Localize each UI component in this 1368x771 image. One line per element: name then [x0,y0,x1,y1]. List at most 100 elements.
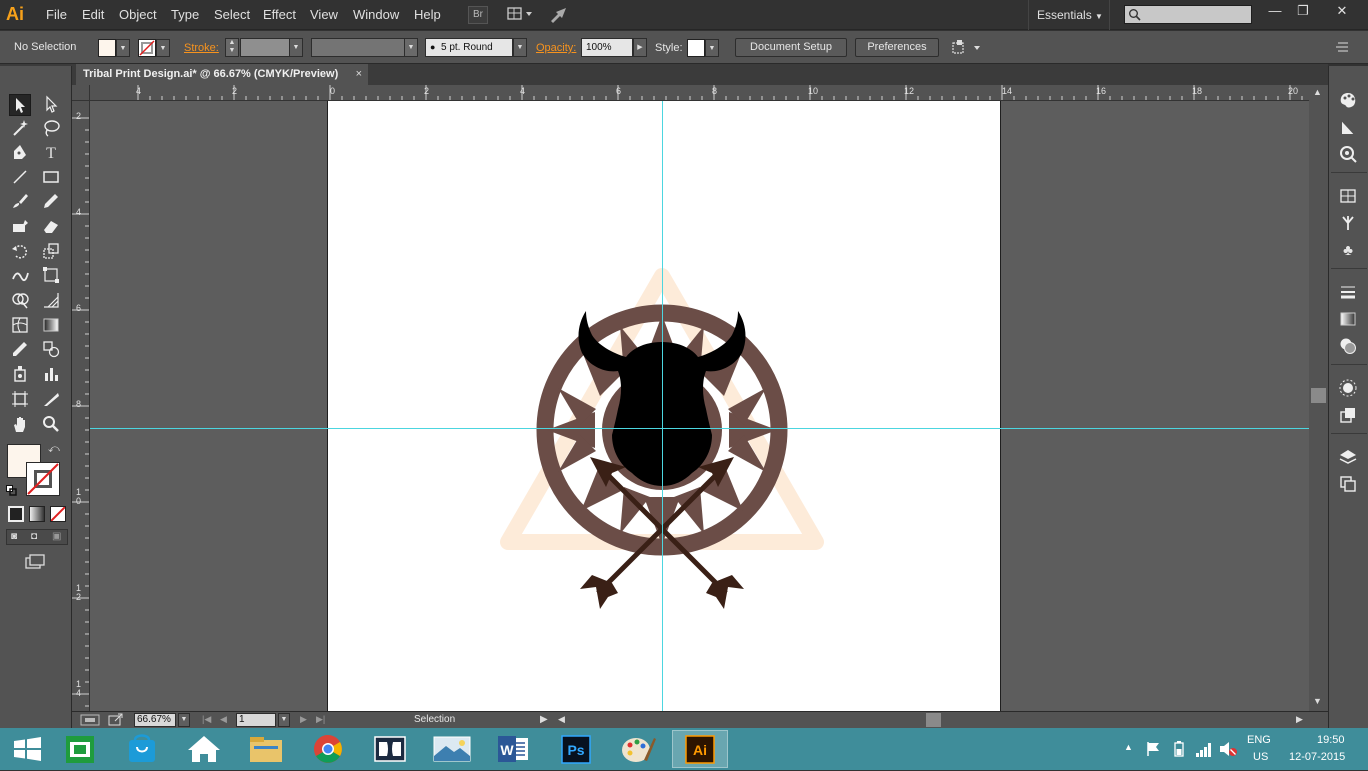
action-center-flag-icon[interactable] [1144,740,1162,758]
artboard-tool[interactable] [9,389,31,411]
hand-tool[interactable] [9,414,31,436]
document-setup-button[interactable]: Document Setup [735,38,847,57]
menu-edit[interactable]: Edit [82,7,104,22]
eraser-tool[interactable] [40,216,62,238]
windows-start-button[interactable] [0,730,56,768]
previous-artboard-icon[interactable]: ◀ [220,714,227,725]
stroke-weight-dropdown-icon[interactable]: ▼ [289,38,303,57]
gradient-tool[interactable] [40,315,62,337]
input-region[interactable]: US [1253,751,1268,763]
stroke-panel-icon[interactable] [1337,282,1359,304]
scroll-down-icon[interactable]: ▼ [1313,696,1322,706]
zoom-dropdown-icon[interactable]: ▼ [178,713,190,727]
artboard-dropdown-icon[interactable]: ▼ [278,713,290,727]
gradient-mode-icon[interactable] [29,506,45,522]
menu-help[interactable]: Help [414,7,441,22]
stroke-swatch[interactable] [138,39,156,57]
zoom-tool[interactable] [40,414,62,436]
gradient-panel-icon[interactable] [1337,309,1359,331]
photoshop-icon[interactable]: Ps [548,730,604,768]
blob-brush-tool[interactable] [9,216,31,238]
brush-definition[interactable]: ● 5 pt. Round [425,38,513,57]
status-menu-arrow-icon[interactable]: ▶ [540,714,548,725]
brush-dropdown-icon[interactable]: ▼ [513,38,527,57]
rectangle-tool[interactable] [40,167,62,189]
draw-inside-icon[interactable]: ▣ [52,531,61,542]
magic-wand-tool[interactable] [9,118,31,140]
appearance-icon[interactable] [1337,378,1359,400]
vertical-scrollbar[interactable]: ▲ ▼ [1309,85,1328,711]
warp-tool[interactable] [9,265,31,287]
ruler-origin[interactable] [72,85,90,101]
artboards-icon[interactable] [1337,474,1359,496]
help-search-input[interactable] [1124,5,1252,24]
vertical-ruler[interactable]: 2 4 6 8 1 0 1 2 1 4 [72,101,90,711]
preferences-button[interactable]: Preferences [855,38,939,57]
tribal-artwork[interactable] [328,101,1000,711]
free-transform-tool[interactable] [40,265,62,287]
stroke-label[interactable]: Stroke: [184,42,219,54]
direct-selection-tool[interactable] [40,94,62,116]
menu-select[interactable]: Select [214,7,250,22]
battery-icon[interactable] [1170,740,1188,758]
export-icon[interactable] [108,712,124,727]
screen-mode-icon[interactable] [24,554,48,572]
artboard-number-field[interactable]: 1 [236,713,276,727]
network-icon[interactable] [1194,740,1214,758]
gpu-performance-icon[interactable] [548,6,570,24]
volume-muted-icon[interactable] [1218,740,1238,758]
vertical-guide[interactable] [662,101,663,711]
shape-builder-tool[interactable] [9,290,31,312]
file-manager-icon[interactable] [52,730,108,768]
home-icon[interactable] [176,730,232,768]
next-artboard-icon[interactable]: ▶ [300,714,307,725]
draw-normal-icon[interactable]: ◙ [11,531,17,542]
last-artboard-icon[interactable]: ▶| [316,714,325,725]
close-tab-icon[interactable]: × [356,64,362,85]
menu-view[interactable]: View [310,7,338,22]
transparency-icon[interactable] [1337,336,1359,358]
photos-icon[interactable] [424,730,480,768]
horizontal-scroll-thumb[interactable] [926,713,941,727]
show-hidden-icons-icon[interactable]: ▲ [1124,742,1133,752]
zoom-field[interactable]: 66.67% [134,713,176,727]
stroke-weight-stepper[interactable]: ▲ ▼ [225,38,239,57]
menu-object[interactable]: Object [119,7,157,22]
draw-behind-icon[interactable]: ◘ [31,531,37,542]
style-dropdown-icon[interactable]: ▼ [705,39,719,57]
brushes-icon[interactable] [1337,213,1359,235]
panel-menu-icon[interactable] [1334,40,1350,54]
variable-width-profile[interactable] [311,38,405,57]
artboard[interactable] [327,101,1001,711]
symbol-sprayer-tool[interactable] [9,364,31,386]
pencil-tool[interactable] [40,191,62,213]
fill-dropdown-icon[interactable]: ▼ [116,39,130,57]
first-artboard-icon[interactable]: |◀ [202,714,211,725]
minimize-button[interactable]: — [1260,1,1290,21]
horizontal-ruler[interactable]: 4 2 0 2 4 6 8 10 12 14 16 18 20 [90,85,1309,101]
scale-tool[interactable] [40,241,62,263]
rotate-tool[interactable] [9,241,31,263]
scroll-right-icon[interactable]: ▶ [1296,714,1303,725]
color-mode-icon[interactable] [8,506,24,522]
transform-icon[interactable] [950,39,984,57]
eyedropper-tool[interactable] [9,339,31,361]
swatches-icon[interactable] [1337,117,1359,139]
type-tool[interactable]: T [40,143,62,165]
dolby-icon[interactable] [362,730,418,768]
layers-icon[interactable] [1337,447,1359,469]
restore-button[interactable]: ❐ [1288,1,1318,21]
vertical-scroll-thumb[interactable] [1311,388,1326,403]
bridge-button[interactable]: Br [468,6,488,24]
swap-fill-stroke-icon[interactable]: ⤺ [48,443,60,456]
paintbrush-tool[interactable] [9,191,31,213]
document-tab[interactable]: Tribal Print Design.ai* @ 66.67% (CMYK/P… [76,64,368,85]
mesh-tool[interactable] [9,315,31,337]
menu-effect[interactable]: Effect [263,7,296,22]
color-guide-icon[interactable] [1337,90,1359,112]
arrange-documents-icon[interactable] [506,6,536,24]
scroll-up-icon[interactable]: ▲ [1313,87,1322,97]
draw-modes[interactable]: ◙ ◘ ▣ [6,529,68,545]
opacity-arrow-icon[interactable]: ▶ [633,38,647,57]
paint-icon[interactable] [610,730,666,768]
